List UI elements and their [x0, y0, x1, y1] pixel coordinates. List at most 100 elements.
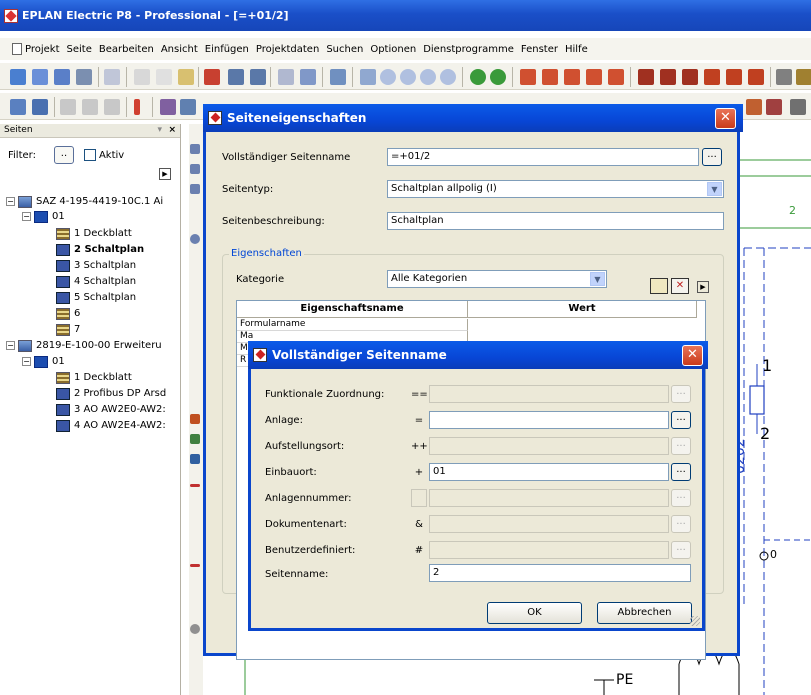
macro-icon[interactable] — [160, 99, 176, 115]
menu-ansicht[interactable]: Ansicht — [161, 44, 198, 55]
draw-rect-icon[interactable] — [190, 164, 200, 174]
symbol-5-icon[interactable] — [608, 69, 624, 85]
menu-einfuegen[interactable]: Einfügen — [205, 44, 249, 55]
mounting-location-browse-button[interactable]: ... — [671, 463, 691, 481]
cut-icon[interactable] — [134, 69, 150, 85]
menu-optionen[interactable]: Optionen — [370, 44, 416, 55]
plant-field[interactable] — [429, 411, 669, 429]
tree-node[interactable]: 1 Deckblatt — [56, 226, 132, 241]
page-icon[interactable] — [278, 69, 294, 85]
column-header-name[interactable]: Eigenschaftsname — [237, 301, 468, 318]
tree-node[interactable]: 1 Deckblatt — [56, 370, 132, 385]
open-project-icon[interactable] — [10, 69, 26, 85]
expand-arrow-icon[interactable]: ▶ — [697, 281, 709, 293]
dim-icon[interactable] — [190, 484, 200, 487]
expand-arrow-icon[interactable]: ▶ — [159, 168, 171, 180]
column-header-value[interactable]: Wert — [468, 301, 697, 318]
menu-hilfe[interactable]: Hilfe — [565, 44, 588, 55]
full-name-browse-button[interactable]: ... — [702, 148, 722, 166]
menu-projektdaten[interactable]: Projektdaten — [256, 44, 319, 55]
print-icon[interactable] — [76, 69, 92, 85]
bar-icon[interactable] — [134, 99, 140, 115]
zoom-circle-icon[interactable] — [380, 69, 396, 85]
label-icon[interactable] — [766, 99, 782, 115]
omega-2-icon[interactable] — [726, 69, 742, 85]
navigator-icon[interactable] — [32, 99, 48, 115]
plant-browse-button[interactable]: ... — [671, 411, 691, 429]
cancel-button[interactable]: Abbrechen — [597, 602, 692, 624]
zoom-100-icon[interactable] — [440, 69, 456, 85]
menu-projekt[interactable]: Projekt — [25, 44, 60, 55]
collapse-icon[interactable]: − — [22, 212, 31, 221]
clock-icon[interactable] — [190, 624, 200, 634]
table-icon[interactable] — [300, 69, 316, 85]
tree-node[interactable]: 3 Schaltplan — [56, 258, 136, 273]
snap-icon[interactable] — [660, 69, 676, 85]
zoom-out-icon[interactable] — [420, 69, 436, 85]
terminal-icon[interactable] — [796, 69, 811, 85]
collapse-icon[interactable]: − — [6, 197, 15, 206]
tree-node[interactable]: − SAZ 4-195-4419-10C.1 Ai — [6, 194, 163, 209]
tree-node[interactable]: − 2819-E-100-00 Erweiteru — [6, 338, 162, 353]
tree-node[interactable]: 2 Profibus DP Arsd — [56, 386, 166, 401]
back-icon[interactable] — [470, 69, 486, 85]
zoom-icon[interactable] — [360, 69, 376, 85]
close-icon[interactable]: ✕ — [682, 345, 703, 366]
paste-icon[interactable] — [178, 69, 194, 85]
chevron-down-icon[interactable]: ▼ — [590, 272, 605, 286]
draw-circle-icon[interactable] — [190, 234, 200, 244]
draw-line-icon[interactable] — [190, 144, 200, 154]
chevron-down-icon[interactable]: ▼ — [707, 182, 722, 196]
close-panel-icon[interactable]: × — [168, 124, 176, 137]
macro-2-icon[interactable] — [180, 99, 196, 115]
page-description-field[interactable]: Schaltplan — [387, 212, 724, 230]
resize-grip-icon[interactable] — [690, 616, 700, 626]
dim-2-icon[interactable] — [190, 564, 200, 567]
copy-icon[interactable] — [156, 69, 172, 85]
collapse-icon[interactable]: − — [6, 341, 15, 350]
symbol-4-icon[interactable] — [586, 69, 602, 85]
filter-button[interactable]: .. — [53, 146, 74, 164]
new-property-icon[interactable] — [650, 278, 668, 294]
tree-node[interactable]: 7 — [56, 322, 80, 337]
delete-icon[interactable] — [204, 69, 220, 85]
menu-bearbeiten[interactable]: Bearbeiten — [99, 44, 154, 55]
monitor-icon[interactable] — [330, 69, 346, 85]
sort-icon[interactable] — [60, 99, 76, 115]
zoom-in-icon[interactable] — [400, 69, 416, 85]
grid-icon[interactable] — [638, 69, 654, 85]
full-name-field[interactable]: =+01/2 — [387, 148, 699, 166]
forward-icon[interactable] — [490, 69, 506, 85]
tree-node[interactable]: 4 AO AW2E4-AW2: — [56, 418, 166, 433]
draw-text-icon[interactable] — [190, 414, 200, 424]
menu-seite[interactable]: Seite — [67, 44, 92, 55]
sort-2-icon[interactable] — [82, 99, 98, 115]
page-type-select[interactable]: Schaltplan allpolig (I) ▼ — [387, 180, 724, 198]
page-name-field[interactable]: 2 — [429, 564, 691, 582]
new-project-icon[interactable] — [32, 69, 48, 85]
export-icon[interactable] — [790, 99, 806, 115]
tree-node[interactable]: − 01 — [22, 209, 65, 224]
tree-node[interactable]: 3 AO AW2E0-AW2: — [56, 402, 166, 417]
cross-icon[interactable] — [682, 69, 698, 85]
device-icon[interactable] — [776, 69, 792, 85]
tree-node[interactable]: − 01 — [22, 354, 65, 369]
menu-dienstprogramme[interactable]: Dienstprogramme — [423, 44, 514, 55]
category-select[interactable]: Alle Kategorien ▼ — [387, 270, 607, 288]
sort-3-icon[interactable] — [104, 99, 120, 115]
close-icon[interactable]: ✕ — [715, 108, 736, 129]
wrench-icon[interactable] — [104, 69, 120, 85]
mounting-location-field[interactable]: 01 — [429, 463, 669, 481]
properties-icon[interactable] — [10, 99, 26, 115]
pin-icon[interactable]: ▾ — [157, 124, 162, 137]
redo-icon[interactable] — [250, 69, 266, 85]
delete-property-icon[interactable]: ✕ — [671, 278, 689, 294]
close-project-icon[interactable] — [54, 69, 70, 85]
symbol-icon[interactable] — [520, 69, 536, 85]
globe-icon[interactable] — [190, 454, 200, 464]
draw-arc-icon[interactable] — [190, 184, 200, 194]
collapse-icon[interactable]: − — [22, 357, 31, 366]
tree-node[interactable]: 6 — [56, 306, 80, 321]
tree-node[interactable]: 4 Schaltplan — [56, 274, 136, 289]
menu-suchen[interactable]: Suchen — [326, 44, 363, 55]
